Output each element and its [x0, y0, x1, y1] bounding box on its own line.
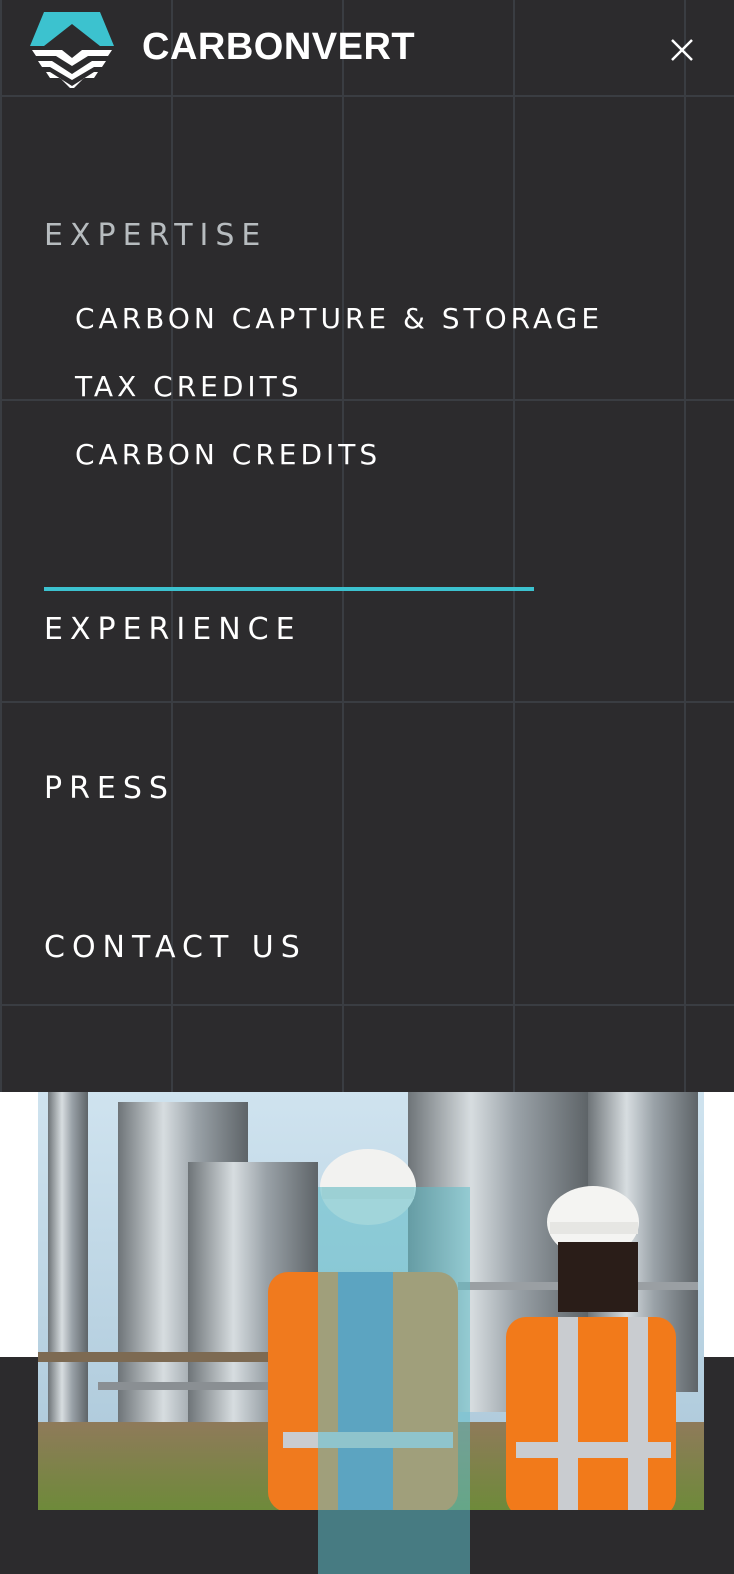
nav-contact-us[interactable]: CONTACT US	[44, 930, 307, 965]
grid-line	[0, 0, 2, 1092]
active-indicator	[44, 587, 534, 591]
grid-line	[684, 0, 686, 1092]
grid-line	[342, 0, 344, 1092]
nav-experience[interactable]: EXPERIENCE	[44, 612, 302, 647]
grid-line	[513, 0, 515, 1092]
grid-line	[0, 1004, 734, 1006]
brand-name[interactable]: CARBONVERT	[142, 26, 415, 69]
nav-expertise[interactable]: EXPERTISE	[44, 218, 267, 253]
grid-line	[0, 701, 734, 703]
nav-press[interactable]: PRESS	[44, 771, 175, 806]
nav-sub-item-carbon-credits[interactable]: CARBON CREDITS	[75, 438, 381, 471]
carbonvert-logo-icon[interactable]	[30, 10, 114, 88]
close-icon[interactable]	[668, 36, 696, 64]
grid-line	[171, 0, 173, 1092]
nav-sub-item-carbon-capture[interactable]: CARBON CAPTURE & STORAGE	[75, 302, 603, 335]
menu-header: CARBONVERT	[0, 0, 734, 96]
decorative-overlay	[318, 1187, 470, 1574]
nav-sub-item-tax-credits[interactable]: TAX CREDITS	[75, 370, 303, 403]
